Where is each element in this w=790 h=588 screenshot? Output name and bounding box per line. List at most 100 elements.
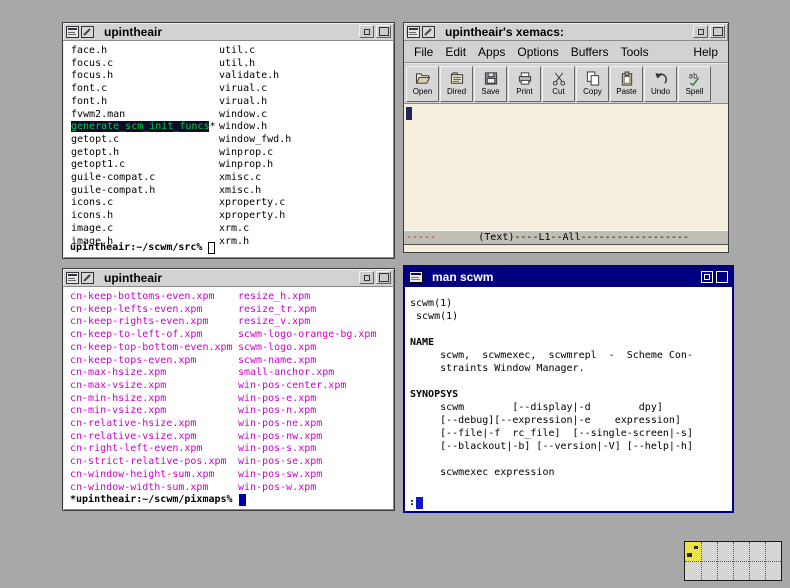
- text-cursor: [239, 494, 246, 506]
- copy-button[interactable]: Copy: [576, 66, 609, 102]
- man-line: scwm(1): [410, 297, 727, 310]
- file-entry: win-pos-center.xpm: [238, 380, 376, 393]
- man-text: scwm(1) scwm(1) NAME scwm, scwmexec, scw…: [410, 297, 727, 479]
- file-entry: util.h: [219, 58, 291, 71]
- file-entry: face.h: [71, 45, 216, 58]
- open-button[interactable]: Open: [406, 66, 439, 102]
- maximize-button[interactable]: [716, 271, 728, 283]
- window-menu-icon[interactable]: [407, 26, 420, 38]
- window-menu-icon[interactable]: [66, 272, 79, 284]
- undo-button[interactable]: Undo: [644, 66, 677, 102]
- file-entry: cn-max-vsize.xpm: [70, 380, 233, 393]
- xemacs-window: upintheair's xemacs: FileEditAppsOptions…: [403, 22, 729, 253]
- terminal-pixmaps-titlebar[interactable]: upintheair: [63, 269, 394, 287]
- iconify-button[interactable]: [693, 25, 708, 38]
- xemacs-titlebar[interactable]: upintheair's xemacs:: [404, 23, 728, 41]
- terminal-src-titlebar[interactable]: upintheair: [63, 23, 394, 41]
- man-line: [410, 375, 727, 388]
- file-entry: window.c: [219, 109, 291, 122]
- shell-prompt: *upintheair:~/scwm/pixmaps%: [70, 493, 246, 506]
- file-entry: cn-relative-vsize.xpm: [70, 431, 233, 444]
- xemacs-buffer[interactable]: [404, 104, 728, 230]
- maximize-button[interactable]: [376, 271, 391, 284]
- file-entry: xmisc.h: [219, 185, 291, 198]
- iconify-button[interactable]: [359, 271, 374, 284]
- man-line: SYNOPSYS: [410, 388, 727, 401]
- cut-scissors-icon: [550, 71, 568, 86]
- pager-grid-line: [685, 561, 781, 562]
- dired-folder-icon: [448, 71, 466, 86]
- menu-edit[interactable]: Edit: [439, 43, 472, 61]
- toolbar-button-label: Copy: [583, 87, 602, 96]
- window-config-icon[interactable]: [81, 26, 94, 38]
- file-entry: window.h: [219, 121, 291, 134]
- pager-mini-window: [687, 553, 692, 557]
- toolbar-button-label: Undo: [651, 87, 670, 96]
- file-entry: virual.c: [219, 83, 291, 96]
- document-icon[interactable]: [409, 271, 423, 283]
- file-entry: scwm-name.xpm: [238, 355, 376, 368]
- xemacs-toolbar: OpenDired Save PrintCut Copy Paste Undo abSpel…: [404, 64, 728, 104]
- menu-buffers[interactable]: Buffers: [565, 43, 615, 61]
- iconify-button[interactable]: [701, 271, 713, 283]
- file-entry: icons.h: [71, 210, 216, 223]
- window-config-icon[interactable]: [422, 26, 435, 38]
- file-entry: cn-keep-tops-even.xpm: [70, 355, 233, 368]
- man-titlebar[interactable]: man scwm: [405, 267, 732, 287]
- save-floppy-icon: [482, 71, 500, 86]
- terminal-pixmaps-screen[interactable]: cn-keep-bottoms-even.xpmcn-keep-lefts-ev…: [64, 287, 393, 509]
- file-entry: window_fwd.h: [219, 134, 291, 147]
- man-line: [410, 323, 727, 336]
- iconify-button[interactable]: [359, 25, 374, 38]
- pager-active-desktop[interactable]: [685, 542, 701, 561]
- man-line: [410, 453, 727, 466]
- file-list-column: face.hfocus.cfocus.hfont.cfont.hfvwm2.ma…: [71, 45, 216, 248]
- menu-file[interactable]: File: [408, 43, 439, 61]
- pager-prompt: :: [409, 497, 423, 509]
- prompt-text: *upintheair:~/scwm/pixmaps%: [70, 493, 239, 506]
- cut-button[interactable]: Cut: [542, 66, 575, 102]
- file-entry: util.c: [219, 45, 291, 58]
- file-entry: xproperty.h: [219, 210, 291, 223]
- xemacs-modeline: ----- (Text)----L1--All-----------------…: [404, 230, 728, 245]
- file-entry: win-pos-s.xpm: [238, 443, 376, 456]
- file-list-column: cn-keep-bottoms-even.xpmcn-keep-lefts-ev…: [70, 291, 233, 494]
- window-menu-icon[interactable]: [66, 26, 79, 38]
- file-entry: icons.c: [71, 197, 216, 210]
- file-entry: getopt.h: [71, 147, 216, 160]
- maximize-button[interactable]: [710, 25, 725, 38]
- man-page-content[interactable]: scwm(1) scwm(1) NAME scwm, scwmexec, scw…: [405, 287, 732, 511]
- undo-arrow-icon: [652, 71, 670, 86]
- file-entry: xproperty.c: [219, 197, 291, 210]
- file-entry: win-pos-nw.xpm: [238, 431, 376, 444]
- file-entry: resize_h.xpm: [238, 291, 376, 304]
- file-entry: fvwm2.man: [71, 109, 216, 122]
- menu-tools[interactable]: Tools: [615, 43, 655, 61]
- file-entry: win-pos-ne.xpm: [238, 418, 376, 431]
- file-entry: win-pos-sw.xpm: [238, 469, 376, 482]
- dired-button[interactable]: Dired: [440, 66, 473, 102]
- xemacs-minibuffer[interactable]: [404, 245, 728, 252]
- text-cursor: [406, 107, 412, 120]
- file-entry: win-pos-n.xpm: [238, 405, 376, 418]
- file-entry: focus.c: [71, 58, 216, 71]
- terminal-window-src: upintheair face.hfocus.cfocus.hfont.cfon…: [62, 22, 395, 259]
- menu-options[interactable]: Options: [511, 43, 564, 61]
- window-config-icon[interactable]: [81, 272, 94, 284]
- file-entry: font.c: [71, 83, 216, 96]
- terminal-src-screen[interactable]: face.hfocus.cfocus.hfont.cfont.hfvwm2.ma…: [64, 41, 393, 257]
- toolbar-button-label: Save: [481, 87, 499, 96]
- modeline-dashes: -----: [406, 232, 436, 243]
- spell-button[interactable]: abSpell: [678, 66, 711, 102]
- save-button[interactable]: Save: [474, 66, 507, 102]
- paste-button[interactable]: Paste: [610, 66, 643, 102]
- desktop-pager[interactable]: [684, 541, 782, 581]
- maximize-button[interactable]: [376, 25, 391, 38]
- window-title: upintheair: [104, 271, 357, 285]
- menu-apps[interactable]: Apps: [472, 43, 511, 61]
- menu-help[interactable]: Help: [687, 43, 724, 61]
- file-entry: cn-keep-to-left-of.xpm: [70, 329, 233, 342]
- file-list-column: util.cutil.hvalidate.hvirual.cvirual.hwi…: [219, 45, 291, 248]
- print-button[interactable]: Print: [508, 66, 541, 102]
- file-entry: virual.h: [219, 96, 291, 109]
